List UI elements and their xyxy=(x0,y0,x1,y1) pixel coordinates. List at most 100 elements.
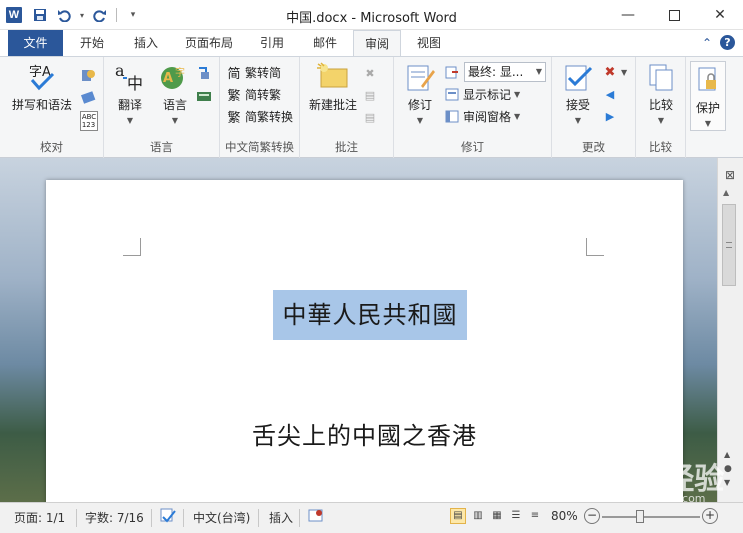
status-separator xyxy=(76,509,77,527)
zoom-slider-track[interactable] xyxy=(602,516,700,518)
show-markup-icon xyxy=(444,86,460,102)
display-for-review-select[interactable]: 最终: 显... ▼ xyxy=(464,62,546,82)
zoom-in-icon[interactable]: + xyxy=(702,508,718,524)
chinese-convert-button[interactable]: 繁 简繁转换 xyxy=(226,106,293,126)
spelling-grammar-button[interactable]: 字A 拼写和语法 xyxy=(10,61,74,113)
research-button[interactable] xyxy=(80,65,96,85)
reviewing-pane-button[interactable]: 审阅窗格 ▼ xyxy=(444,106,520,126)
svg-text:中: 中 xyxy=(127,74,143,92)
scroll-up-icon[interactable]: ▲ xyxy=(723,188,729,197)
compare-label: 比较 xyxy=(648,98,673,112)
title-bar: W ▾ ▾ 中国.docx - Microsoft Word — ✕ xyxy=(0,0,743,30)
outline-view-icon[interactable]: ☰ xyxy=(508,508,524,524)
display-for-review-value: 最终: 显... xyxy=(468,65,524,79)
tab-insert[interactable]: 插入 xyxy=(124,30,168,56)
language-group-label: 语言 xyxy=(150,140,173,154)
document-text-line[interactable]: 舌尖上的中國之香港 xyxy=(46,416,683,451)
previous-change-button[interactable]: ◀ xyxy=(602,84,618,104)
to-traditional-icon: 繁 xyxy=(227,88,241,104)
next-comment-button[interactable]: ▤ xyxy=(362,107,378,127)
to-simplified-button[interactable]: 简 繁转简 xyxy=(226,62,281,82)
thesaurus-button[interactable] xyxy=(80,87,96,107)
maximize-button[interactable] xyxy=(651,0,697,30)
display-for-review-dropdown-icon: ▼ xyxy=(535,67,542,76)
research-icon xyxy=(80,67,96,83)
delete-comment-icon: ✖ xyxy=(365,66,375,80)
close-button[interactable]: ✕ xyxy=(697,0,743,30)
display-for-review-icon xyxy=(444,62,460,82)
macro-record-icon[interactable] xyxy=(308,508,324,527)
show-markup-dropdown-icon: ▼ xyxy=(514,89,521,99)
select-browse-object-icon[interactable]: ● xyxy=(724,464,732,474)
accept-button[interactable]: 接受 ▼ xyxy=(558,61,598,125)
group-chinese-conversion: 简 繁转简 繁 简转繁 繁 简繁转换 中文简繁转换 xyxy=(220,57,300,158)
protect-label: 保护 xyxy=(695,101,720,115)
zoom-level[interactable]: 80% xyxy=(551,509,578,523)
previous-page-icon[interactable]: ▲ xyxy=(724,450,730,459)
group-comments: 新建批注 ✖ ▤ ▤ 批注 xyxy=(300,57,394,158)
reject-button[interactable]: ✖ ▼ xyxy=(602,62,628,82)
web-layout-icon[interactable]: ▦ xyxy=(489,508,505,524)
new-comment-button[interactable]: 新建批注 xyxy=(306,61,360,113)
zoom-out-icon[interactable]: − xyxy=(584,508,600,524)
track-changes-button[interactable]: 修订 ▼ xyxy=(400,61,440,125)
tab-review[interactable]: 审阅 xyxy=(353,30,401,57)
insert-mode[interactable]: 插入 xyxy=(269,509,293,526)
tab-page-layout[interactable]: 页面布局 xyxy=(176,30,242,56)
status-separator xyxy=(183,509,184,527)
word-count-icon: ABC 123 xyxy=(80,111,98,131)
compare-button[interactable]: 比较 ▼ xyxy=(640,61,682,125)
compare-group-label: 比较 xyxy=(649,140,672,154)
word-count[interactable]: 字数: 7/16 xyxy=(85,509,144,526)
word-count-button[interactable]: ABC 123 xyxy=(80,111,98,131)
compare-dropdown-icon: ▼ xyxy=(657,116,665,125)
help-icon[interactable]: ? xyxy=(720,35,735,50)
keyboard-button[interactable] xyxy=(196,85,212,105)
draft-view-icon[interactable]: ≡ xyxy=(527,508,543,524)
show-markup-button[interactable]: 显示标记 ▼ xyxy=(444,84,520,104)
full-screen-reading-icon[interactable]: ▥ xyxy=(470,508,486,524)
group-protect: 保护 ▼ xyxy=(686,57,730,158)
next-change-icon: ▶ xyxy=(605,109,615,123)
new-comment-icon xyxy=(316,61,350,93)
tab-file[interactable]: 文件 xyxy=(8,30,63,56)
status-bar: 页面: 1/1 字数: 7/16 中文(台湾) 插入 ▤ ▥ ▦ ☰ ≡ 80%… xyxy=(0,502,743,533)
print-layout-view-icon[interactable]: ▤ xyxy=(450,508,466,524)
proofing-status-icon[interactable] xyxy=(160,507,176,528)
tab-home[interactable]: 开始 xyxy=(70,30,114,56)
zoom-slider-thumb[interactable] xyxy=(636,510,644,523)
tab-references[interactable]: 引用 xyxy=(250,30,294,56)
comments-group-label: 批注 xyxy=(335,140,358,154)
new-comment-label: 新建批注 xyxy=(308,98,357,112)
next-comment-icon: ▤ xyxy=(364,110,376,124)
language-status[interactable]: 中文(台湾) xyxy=(193,509,250,526)
document-area: 中華人民共和國 舌尖上的中國之香港 xyxy=(0,158,717,502)
svg-text:字: 字 xyxy=(175,66,185,79)
translate-small-icon xyxy=(196,65,212,81)
chinese-conversion-group-label: 中文简繁转换 xyxy=(225,140,294,154)
tab-mailings[interactable]: 邮件 xyxy=(303,30,347,56)
next-change-button[interactable]: ▶ xyxy=(602,106,618,126)
next-page-icon[interactable]: ▼ xyxy=(724,478,730,487)
vertical-scrollbar[interactable]: ⊠ ▲ ▲ ● ▼ xyxy=(717,158,743,502)
translate-tooltip-button[interactable] xyxy=(196,63,212,83)
language-button[interactable]: A字 语言 ▼ xyxy=(152,61,198,125)
selected-text[interactable]: 中華人民共和國 xyxy=(273,290,467,340)
margin-corner-top-left xyxy=(123,238,141,256)
translate-button[interactable]: a中 翻译 ▼ xyxy=(108,61,152,125)
page-count[interactable]: 页面: 1/1 xyxy=(14,509,65,526)
scroll-grip-icon xyxy=(726,242,732,248)
spellcheck-icon: 字A xyxy=(25,61,59,93)
minimize-button[interactable]: — xyxy=(605,0,651,30)
to-traditional-button[interactable]: 繁 简转繁 xyxy=(226,84,281,104)
reject-dropdown-icon: ▼ xyxy=(621,67,628,77)
show-markup-label: 显示标记 xyxy=(463,87,512,102)
scroll-thumb[interactable] xyxy=(722,204,736,286)
group-changes: 接受 ▼ ✖ ▼ ◀ ▶ 更改 xyxy=(552,57,636,158)
tab-view[interactable]: 视图 xyxy=(407,30,451,56)
protect-button[interactable]: 保护 ▼ xyxy=(690,61,726,131)
view-ruler-icon[interactable]: ⊠ xyxy=(722,168,738,184)
minimize-ribbon-icon[interactable]: ⌃ xyxy=(702,36,712,50)
delete-comment-button[interactable]: ✖ xyxy=(362,63,378,83)
previous-comment-button[interactable]: ▤ xyxy=(362,85,378,105)
